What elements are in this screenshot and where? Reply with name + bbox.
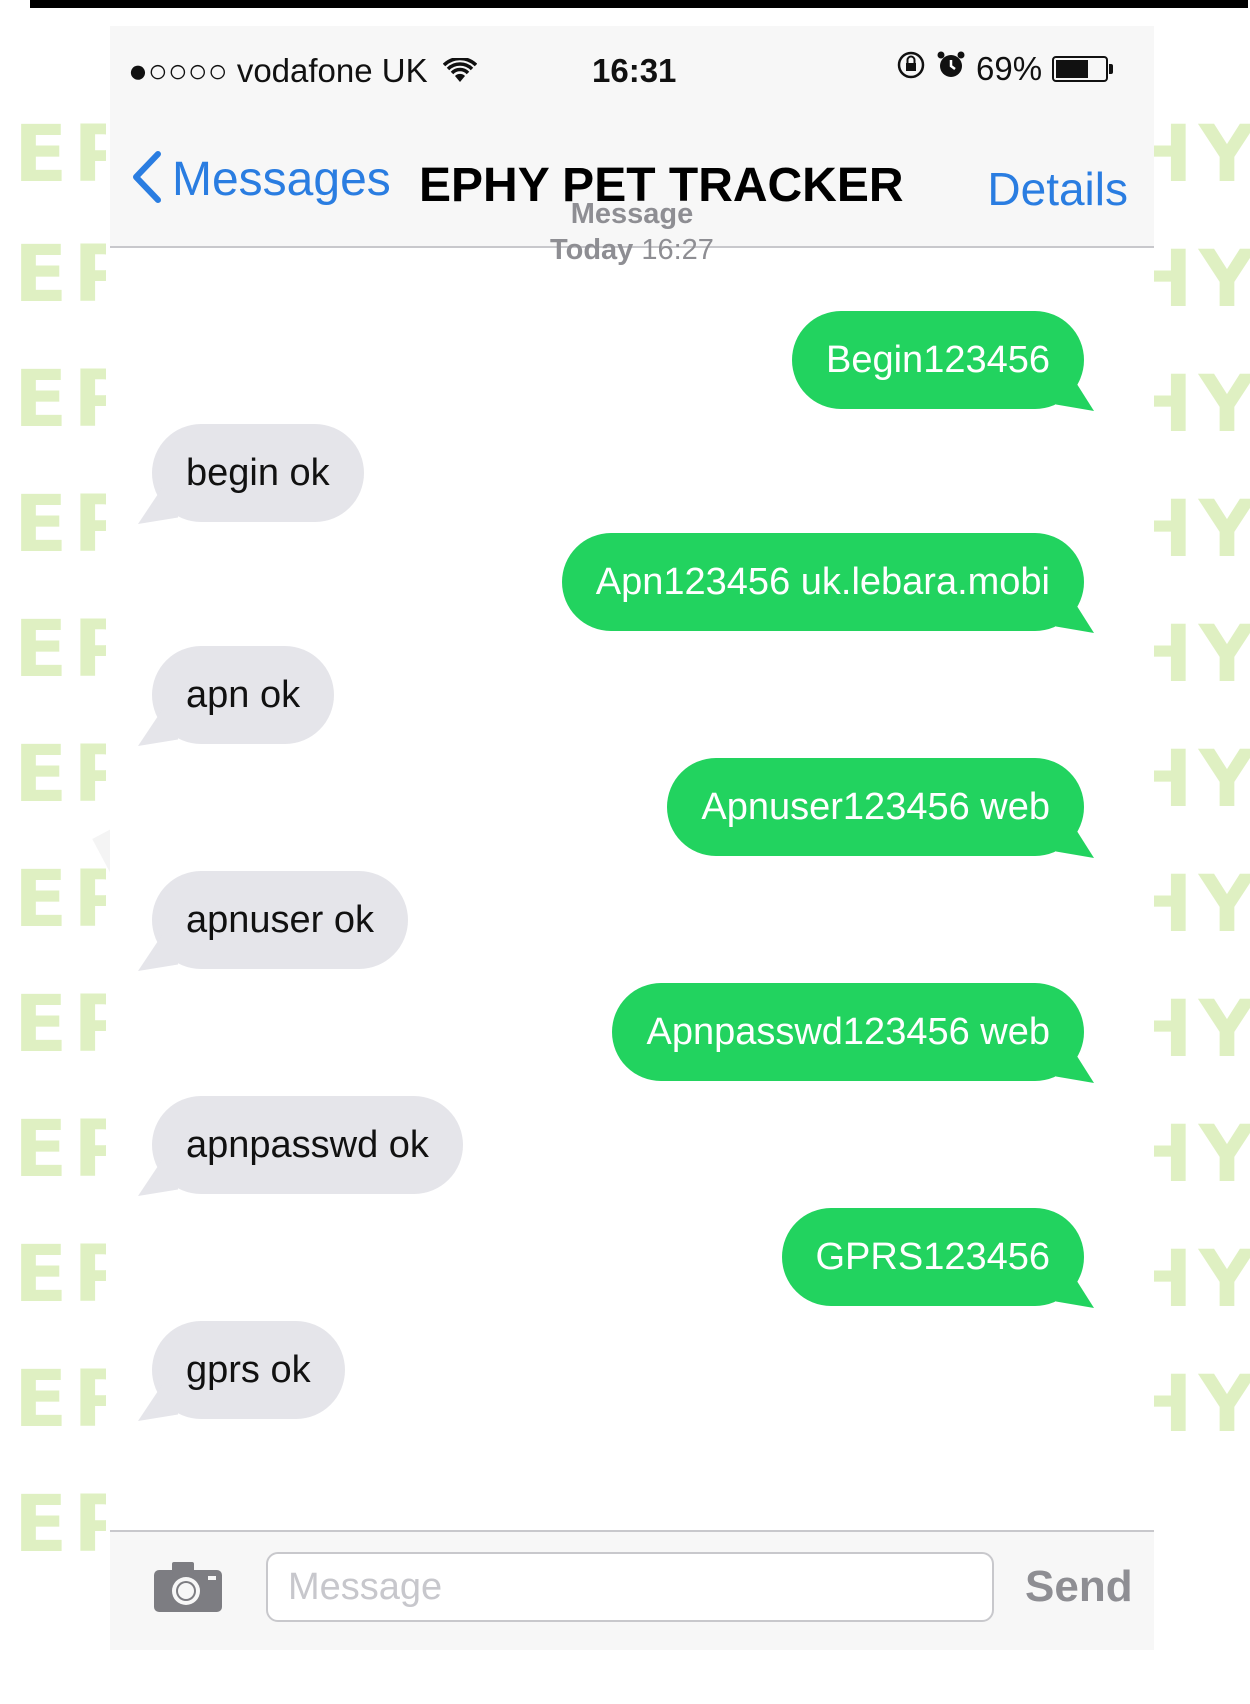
thread-header: Message Today 16:27 [110, 196, 1154, 268]
carrier-text: ●○○○○ vodafone UK [128, 52, 428, 89]
watermark-text: EPHY [1150, 860, 1250, 940]
incoming-message[interactable]: apnpasswd ok [152, 1096, 463, 1194]
thread-header-label: Message [570, 198, 694, 230]
camera-button[interactable] [152, 1560, 224, 1614]
top-border [30, 0, 1248, 8]
watermark-text: EPHY [1150, 485, 1250, 565]
battery-icon [1052, 56, 1114, 82]
status-right: 69% [896, 50, 1114, 88]
message-composer: Send [110, 1530, 1154, 1650]
send-button[interactable]: Send [1025, 1562, 1133, 1612]
watermark-text: EPHY [14, 1105, 106, 1185]
watermark-text: EPHY [1150, 735, 1250, 815]
watermark-text: EPHY [1150, 610, 1250, 690]
watermark-text: EPHY [1150, 235, 1250, 315]
watermark-text: EPHY [1150, 985, 1250, 1065]
battery-percent: 69% [976, 50, 1043, 87]
watermark-text: EPHY [14, 480, 106, 560]
watermark-text: EPHY [1150, 110, 1250, 190]
thread-timestamp: Today 16:27 [110, 232, 1154, 268]
watermark-text: EPHY [1150, 1110, 1250, 1190]
camera-icon [152, 1562, 224, 1618]
clock: 16:31 [592, 52, 677, 89]
outgoing-message[interactable]: Apnuser123456 web [667, 758, 1084, 856]
wifi-icon [442, 54, 478, 92]
incoming-message[interactable]: apnuser ok [152, 871, 409, 969]
incoming-message[interactable]: apn ok [152, 646, 335, 744]
status-bar: ●○○○○ vodafone UK 16:31 69% [110, 26, 1154, 116]
watermark-text: EPHY [1150, 360, 1250, 440]
rotation-lock-icon [896, 50, 926, 88]
watermark-text: EPHY [14, 730, 106, 810]
thread-time: 16:27 [641, 234, 714, 266]
incoming-message[interactable]: begin ok [152, 424, 364, 522]
message-input[interactable] [266, 1552, 994, 1622]
watermark-text: EPHY [14, 1230, 106, 1310]
carrier-label: ●○○○○ vodafone UK [128, 52, 478, 92]
watermark-text: EPHY [14, 355, 106, 435]
watermark-text: EPHY [14, 605, 106, 685]
thread-day: Today [550, 234, 634, 266]
watermark-text: EPHY [14, 980, 106, 1060]
watermark-text: EPHY [14, 230, 106, 310]
phone-screen: ●○○○○ vodafone UK 16:31 69% Messages EPH… [110, 26, 1154, 1650]
watermark-text: EPHY [14, 1355, 106, 1435]
incoming-message[interactable]: gprs ok [152, 1321, 345, 1419]
watermark-text: EPHY [14, 855, 106, 935]
watermark-text: EPHY [1150, 1235, 1250, 1315]
watermark-text: EPHY [14, 110, 106, 190]
outgoing-message[interactable]: Apnpasswd123456 web [612, 983, 1084, 1081]
watermark-text: EPHY [14, 1480, 106, 1560]
outgoing-message[interactable]: Apn123456 uk.lebara.mobi [561, 533, 1084, 631]
watermark-text: EPHY [1150, 1360, 1250, 1440]
outgoing-message[interactable]: Begin123456 [792, 311, 1084, 409]
alarm-icon [936, 50, 966, 88]
outgoing-message[interactable]: GPRS123456 [781, 1208, 1084, 1306]
